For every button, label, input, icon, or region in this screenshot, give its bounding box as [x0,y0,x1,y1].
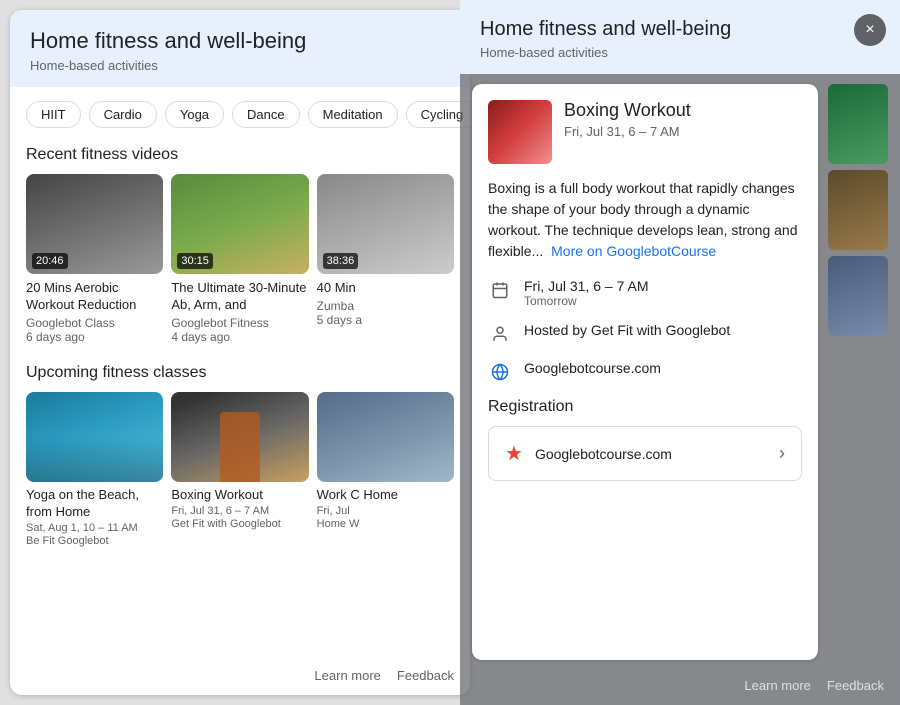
video-card-2[interactable]: 38:36 40 Min Zumba 5 days a [317,174,454,344]
event-date-header: Fri, Jul 31, 6 – 7 AM [564,124,802,139]
right-content: Boxing Workout Fri, Jul 31, 6 – 7 AM Box… [460,74,900,670]
left-panel-title: Home fitness and well-being [30,28,450,54]
video-duration-2: 38:36 [323,253,359,269]
class-thumb-0 [26,392,163,482]
feedback-link-left[interactable]: Feedback [397,668,454,683]
class-thumb-2 [317,392,454,482]
video-thumb-1: 30:15 [171,174,308,274]
chip-dance[interactable]: Dance [232,101,300,128]
right-title: Home fitness and well-being [480,18,850,41]
class-card-2[interactable]: Work C Home Fri, Jul Home W [317,392,454,547]
video-ago-1: 4 days ago [171,330,308,344]
class-host-2: Home W [317,518,454,530]
video-thumb-2: 38:36 [317,174,454,274]
event-host: Hosted by Get Fit with Googlebot [524,322,802,338]
chip-hiit[interactable]: HIIT [26,101,81,128]
video-title-1: The Ultimate 30-Minute Ab, Arm, and [171,280,308,314]
class-host-1: Get Fit with Googlebot [171,518,308,530]
class-title-1: Boxing Workout [171,487,308,504]
calendar-icon [488,278,512,302]
video-channel-1: Googlebot Fitness [171,316,308,330]
class-thumb-1 [171,392,308,482]
chip-yoga[interactable]: Yoga [165,101,224,128]
side-thumb-3 [828,256,888,336]
video-ago-2: 5 days a [317,313,454,327]
left-panel-subtitle: Home-based activities [30,58,450,73]
video-duration-0: 20:46 [32,253,68,269]
person-icon [488,322,512,346]
right-subtitle: Home-based activities [480,45,850,60]
video-card-0[interactable]: 20:46 20 Mins Aerobic Workout Reduction … [26,174,163,344]
class-date-1: Fri, Jul 31, 6 – 7 AM [171,505,308,517]
right-overlay: Home fitness and well-being Home-based a… [460,0,900,705]
more-link[interactable]: More on GooglebotCourse [551,243,716,259]
event-thumbnail [488,100,552,164]
reg-arrow-icon: › [779,443,785,464]
side-thumb-strip [828,84,888,660]
beach-overlay [26,437,163,482]
event-date-sub: Tomorrow [524,294,802,308]
learn-more-link-right[interactable]: Learn more [744,678,810,693]
class-title-0: Yoga on the Beach, from Home [26,487,163,521]
upcoming-classes-label: Upcoming fitness classes [10,356,470,392]
video-channel-0: Googlebot Class [26,316,163,330]
event-description: Boxing is a full body workout that rapid… [488,178,802,262]
class-card-0[interactable]: Yoga on the Beach, from Home Sat, Aug 1,… [26,392,163,547]
event-meta-host: Hosted by Get Fit with Googlebot [488,322,802,346]
globe-icon [488,360,512,384]
video-ago-0: 6 days ago [26,330,163,344]
class-host-0: Be Fit Googlebot [26,535,163,547]
side-thumb-1 [828,84,888,164]
video-title-0: 20 Mins Aerobic Workout Reduction [26,280,163,314]
filter-chips: HIIT Cardio Yoga Dance Meditation Cyclin… [10,87,470,138]
event-title: Boxing Workout [564,100,802,121]
registration-box[interactable]: ★ Googlebotcourse.com › [488,426,802,481]
right-footer: Learn more Feedback [460,670,900,705]
class-card-1[interactable]: Boxing Workout Fri, Jul 31, 6 – 7 AM Get… [171,392,308,547]
event-meta-website: Googlebotcourse.com [488,360,802,384]
chip-meditation[interactable]: Meditation [308,101,398,128]
side-thumb-2 [828,170,888,250]
event-header: Boxing Workout Fri, Jul 31, 6 – 7 AM [488,100,802,164]
class-title-2: Work C Home [317,487,454,504]
video-title-2: 40 Min [317,280,454,297]
video-row: 20:46 20 Mins Aerobic Workout Reduction … [10,174,470,356]
class-date-2: Fri, Jul [317,505,454,517]
video-thumb-0: 20:46 [26,174,163,274]
chip-cardio[interactable]: Cardio [89,101,157,128]
boxing-figure [220,412,260,482]
reg-star-icon: ★ [505,441,523,466]
left-footer: Learn more Feedback [10,660,470,695]
reg-site: Googlebotcourse.com [535,446,672,462]
event-date-line: Fri, Jul 31, 6 – 7 AM [524,278,802,294]
event-thumb-inner [488,100,552,164]
video-channel-2: Zumba [317,299,454,313]
right-header: Home fitness and well-being Home-based a… [460,0,900,74]
class-date-0: Sat, Aug 1, 10 – 11 AM [26,522,163,534]
classes-row: Yoga on the Beach, from Home Sat, Aug 1,… [10,392,470,555]
recent-videos-label: Recent fitness videos [10,138,470,174]
video-card-1[interactable]: 30:15 The Ultimate 30-Minute Ab, Arm, an… [171,174,308,344]
detail-card: Boxing Workout Fri, Jul 31, 6 – 7 AM Box… [472,84,818,660]
event-meta-date: Fri, Jul 31, 6 – 7 AM Tomorrow [488,278,802,308]
learn-more-link-left[interactable]: Learn more [314,668,380,683]
registration-label: Registration [488,398,802,416]
left-panel-header: Home fitness and well-being Home-based a… [10,10,470,87]
video-duration-1: 30:15 [177,253,213,269]
left-panel: Home fitness and well-being Home-based a… [10,10,470,695]
close-button[interactable]: × [854,14,886,46]
event-website: Googlebotcourse.com [524,360,802,376]
feedback-link-right[interactable]: Feedback [827,678,884,693]
